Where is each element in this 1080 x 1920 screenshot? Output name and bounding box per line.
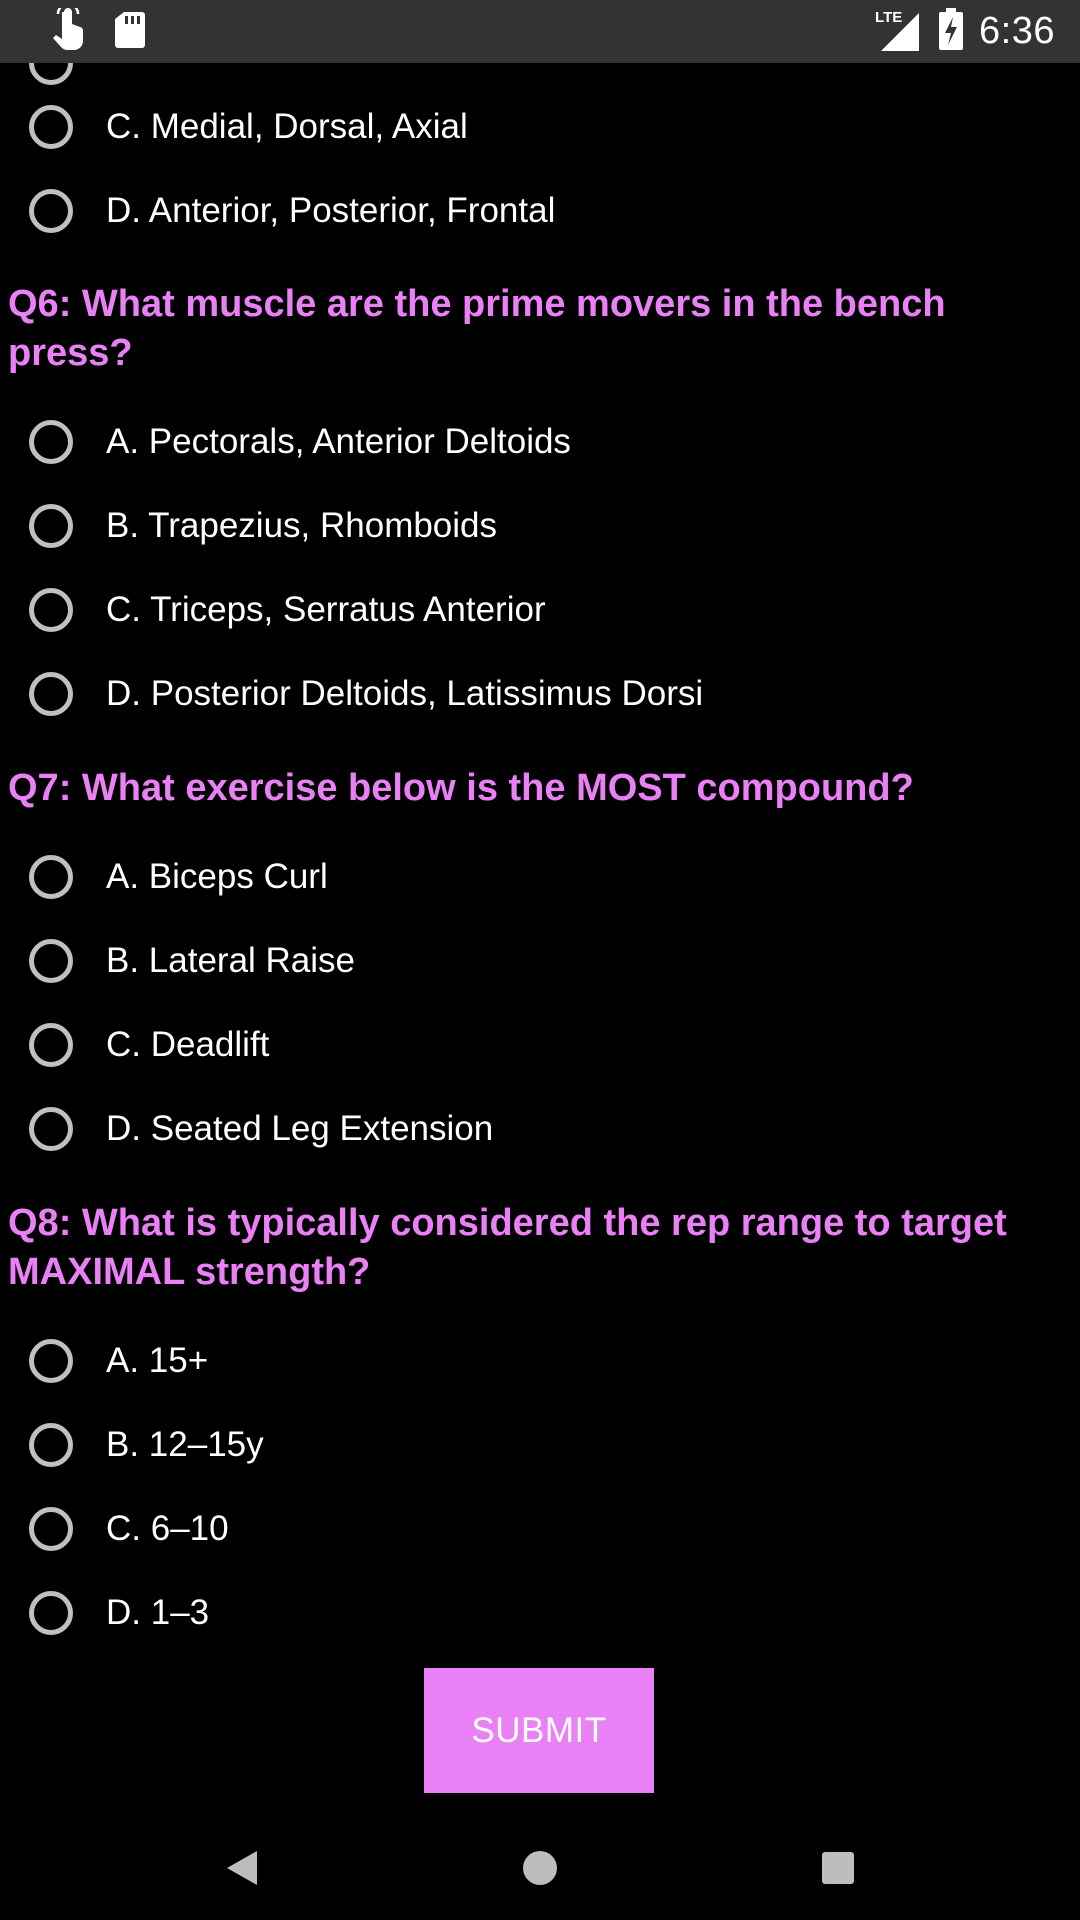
option-q7-d[interactable]: D. Seated Leg Extension xyxy=(0,1087,1080,1171)
option-label: C. 6–10 xyxy=(106,1509,229,1548)
back-icon xyxy=(225,1849,259,1892)
option-q6-d[interactable]: D. Posterior Deltoids, Latissimus Dorsi xyxy=(0,652,1080,736)
radio-button[interactable] xyxy=(29,939,73,983)
option-label: D. Posterior Deltoids, Latissimus Dorsi xyxy=(106,674,704,713)
option-q6-c[interactable]: C. Triceps, Serratus Anterior xyxy=(0,568,1080,652)
question-title-q7: Q7: What exercise below is the MOST comp… xyxy=(8,767,914,809)
option-label: B. 12–15y xyxy=(106,1425,264,1464)
radio-button[interactable] xyxy=(29,1591,73,1635)
option-label: D. 1–3 xyxy=(106,1593,210,1632)
option-q7-a[interactable]: A. Biceps Curl xyxy=(0,835,1080,919)
radio-button[interactable] xyxy=(29,1507,73,1551)
status-left-icons xyxy=(50,2,146,57)
option-label: C. Deadlift xyxy=(106,1025,270,1064)
radio-button[interactable] xyxy=(29,420,73,464)
option-label: C. Triceps, Serratus Anterior xyxy=(106,590,546,629)
recents-icon xyxy=(821,1851,855,1890)
radio-button[interactable] xyxy=(29,504,73,548)
home-icon xyxy=(521,1849,559,1892)
home-button[interactable] xyxy=(500,1840,580,1900)
lte-signal-icon: LTE xyxy=(873,9,923,53)
option-label: C. Medial, Dorsal, Axial xyxy=(106,107,468,146)
radio-button[interactable] xyxy=(29,63,73,85)
option-q7-b[interactable]: B. Lateral Raise xyxy=(0,919,1080,1003)
option-q6-b[interactable]: B. Trapezius, Rhomboids xyxy=(0,484,1080,568)
radio-button[interactable] xyxy=(29,1023,73,1067)
option-label: A. Biceps Curl xyxy=(106,857,328,896)
option-q7-c[interactable]: C. Deadlift xyxy=(0,1003,1080,1087)
submit-button[interactable]: SUBMIT xyxy=(424,1668,654,1793)
radio-button[interactable] xyxy=(29,105,73,149)
quiz-content[interactable]: C. Medial, Dorsal, Axial D. Anterior, Po… xyxy=(0,63,1080,1820)
touch-gesture-icon xyxy=(50,2,88,57)
option-label: B. Lateral Raise xyxy=(106,941,356,980)
option-label: A. Pectorals, Anterior Deltoids xyxy=(106,422,571,461)
status-bar: LTE 6:36 xyxy=(0,0,1080,63)
status-right-icons: LTE 6:36 xyxy=(873,6,1055,56)
back-button[interactable] xyxy=(202,1840,282,1900)
question-title-q8: Q8: What is typically considered the rep… xyxy=(8,1202,1007,1293)
option-q5-c[interactable]: C. Medial, Dorsal, Axial xyxy=(0,85,1080,169)
option-label: A. 15+ xyxy=(106,1341,209,1380)
lte-label: LTE xyxy=(875,9,903,26)
recents-button[interactable] xyxy=(798,1840,878,1900)
option-q8-c[interactable]: C. 6–10 xyxy=(0,1487,1080,1571)
option-label: B. Trapezius, Rhomboids xyxy=(106,506,498,545)
radio-button[interactable] xyxy=(29,189,73,233)
option-q8-b[interactable]: B. 12–15y xyxy=(0,1403,1080,1487)
sd-card-icon xyxy=(114,11,146,54)
option-label: D. Seated Leg Extension xyxy=(106,1109,494,1148)
navigation-bar xyxy=(0,1820,1080,1920)
radio-button[interactable] xyxy=(29,1423,73,1467)
option-q6-a[interactable]: A. Pectorals, Anterior Deltoids xyxy=(0,400,1080,484)
status-clock: 6:36 xyxy=(979,9,1055,52)
option-q5-d[interactable]: D. Anterior, Posterior, Frontal xyxy=(0,169,1080,253)
radio-button[interactable] xyxy=(29,1107,73,1151)
question-title-q6: Q6: What muscle are the prime movers in … xyxy=(8,283,946,374)
option-q8-d[interactable]: D. 1–3 xyxy=(0,1571,1080,1655)
radio-button[interactable] xyxy=(29,672,73,716)
battery-charging-icon xyxy=(939,7,964,55)
option-label: D. Anterior, Posterior, Frontal xyxy=(106,191,556,230)
radio-button[interactable] xyxy=(29,855,73,899)
radio-button[interactable] xyxy=(29,588,73,632)
option-q8-a[interactable]: A. 15+ xyxy=(0,1319,1080,1403)
radio-button[interactable] xyxy=(29,1339,73,1383)
